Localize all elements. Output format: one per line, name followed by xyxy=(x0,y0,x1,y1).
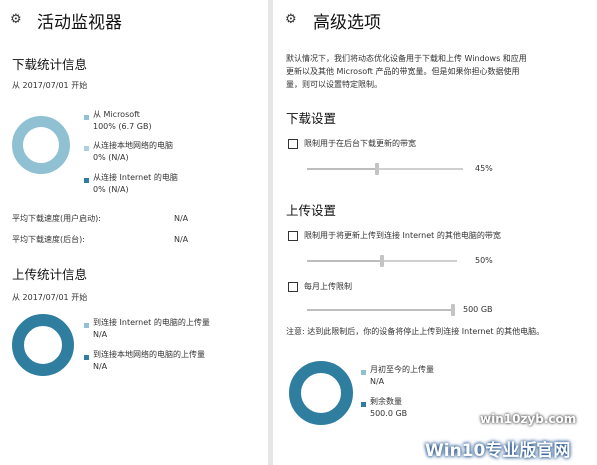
legend-swatch-month-to-date xyxy=(361,370,366,375)
upload-bandwidth-slider-thumb[interactable] xyxy=(380,255,384,267)
monthly-upload-limit-slider-fill xyxy=(307,309,453,311)
upload-settings-heading: 上传设置 xyxy=(286,203,337,218)
page-title: 高级选项 xyxy=(313,13,381,33)
download-donut-chart xyxy=(12,116,70,174)
legend-label-remaining: 剩余数量 xyxy=(370,397,402,406)
upload-stats-heading: 上传统计信息 xyxy=(12,267,88,282)
avg-speed-bg-label: 平均下载速度(后台): xyxy=(12,235,85,244)
page-title: 活动监视器 xyxy=(37,13,122,33)
description-line-1: 默认情况下，我们将动态优化设备用于下载和上传 Windows 和应用 xyxy=(286,54,527,63)
legend-label-internet: 从连接 Internet 的电脑 xyxy=(93,173,178,182)
watermark-url: win10zyb.com xyxy=(480,412,577,426)
monthly-upload-donut-chart xyxy=(289,361,353,425)
upload-donut-ring xyxy=(12,314,74,376)
monthly-upload-limit-slider-thumb[interactable] xyxy=(451,304,455,316)
legend-value-microsoft: 100% (6.7 GB) xyxy=(93,122,152,131)
legend-swatch-upload-local xyxy=(84,355,89,360)
limit-background-download-checkbox[interactable] xyxy=(288,139,298,149)
gear-icon: ⚙ xyxy=(285,12,297,27)
legend-value-month-to-date: N/A xyxy=(370,377,385,386)
legend-swatch-local-network xyxy=(84,146,89,151)
legend-label-upload-internet: 到连接 Internet 的电脑的上传量 xyxy=(93,318,210,327)
advanced-options-panel: ⚙ 高级选项 默认情况下，我们将动态优化设备用于下载和上传 Windows 和应… xyxy=(273,0,597,465)
upload-stats-since: 从 2017/07/01 开始 xyxy=(12,293,88,302)
monthly-upload-limit-slider[interactable] xyxy=(307,309,453,311)
limit-upload-bandwidth-checkbox[interactable] xyxy=(288,231,298,241)
legend-swatch-upload-internet xyxy=(84,323,89,328)
legend-value-upload-local: N/A xyxy=(93,362,108,371)
monthly-upload-limit-label: 每月上传限制 xyxy=(304,282,352,291)
watermark-brand: Win10专业版官网 xyxy=(425,441,571,461)
upload-bandwidth-value: 50% xyxy=(475,256,493,265)
activity-monitor-panel: ⚙ 活动监视器 下载统计信息 从 2017/07/01 开始 从 Microso… xyxy=(0,0,268,465)
legend-label-month-to-date: 月初至今的上传量 xyxy=(370,365,434,374)
legend-swatch-internet xyxy=(84,178,89,183)
legend-value-internet: 0% (N/A) xyxy=(93,185,129,194)
download-settings-heading: 下载设置 xyxy=(286,111,337,126)
limit-upload-bandwidth-label: 限制用于将更新上传到连接 Internet 的其他电脑的带宽 xyxy=(304,231,501,240)
monthly-upload-donut-ring xyxy=(289,361,353,425)
legend-value-upload-internet: N/A xyxy=(93,330,108,339)
legend-swatch-microsoft xyxy=(84,115,89,120)
download-stats-heading: 下载统计信息 xyxy=(12,57,88,72)
description-line-3: 量，则可以设置特定限制。 xyxy=(286,80,382,89)
download-bandwidth-slider-thumb[interactable] xyxy=(375,163,380,175)
upload-limit-note: 注意: 达到此限制后，你的设备将停止上传到连接 Internet 的其他电脑。 xyxy=(286,327,545,336)
avg-speed-user-value: N/A xyxy=(174,214,189,223)
limit-background-download-label: 限制用于在后台下载更新的带宽 xyxy=(304,139,416,148)
download-bandwidth-slider-fill xyxy=(307,168,378,170)
monthly-upload-limit-value: 500 GB xyxy=(463,305,493,314)
download-stats-since: 从 2017/07/01 开始 xyxy=(12,81,88,90)
download-bandwidth-slider[interactable] xyxy=(307,168,463,170)
upload-donut-chart xyxy=(12,314,74,376)
download-donut-ring xyxy=(12,116,70,174)
legend-value-local-network: 0% (N/A) xyxy=(93,153,129,162)
monthly-upload-limit-checkbox[interactable] xyxy=(288,282,298,292)
description-line-2: 更新以及其他 Microsoft 产品的带宽量。但是如果你担心数据使用 xyxy=(286,67,520,76)
legend-label-local-network: 从连接本地网络的电脑 xyxy=(93,141,173,150)
legend-label-microsoft: 从 Microsoft xyxy=(93,110,140,119)
legend-label-upload-local: 到连接本地网络的电脑的上传量 xyxy=(93,350,205,359)
avg-speed-user-label: 平均下载速度(用户启动): xyxy=(12,214,101,223)
legend-value-remaining: 500.0 GB xyxy=(370,409,408,418)
download-bandwidth-value: 45% xyxy=(475,164,493,173)
gear-icon: ⚙ xyxy=(10,12,22,27)
upload-bandwidth-slider-fill xyxy=(307,260,382,262)
avg-speed-bg-value: N/A xyxy=(174,235,189,244)
legend-swatch-remaining xyxy=(361,402,366,407)
